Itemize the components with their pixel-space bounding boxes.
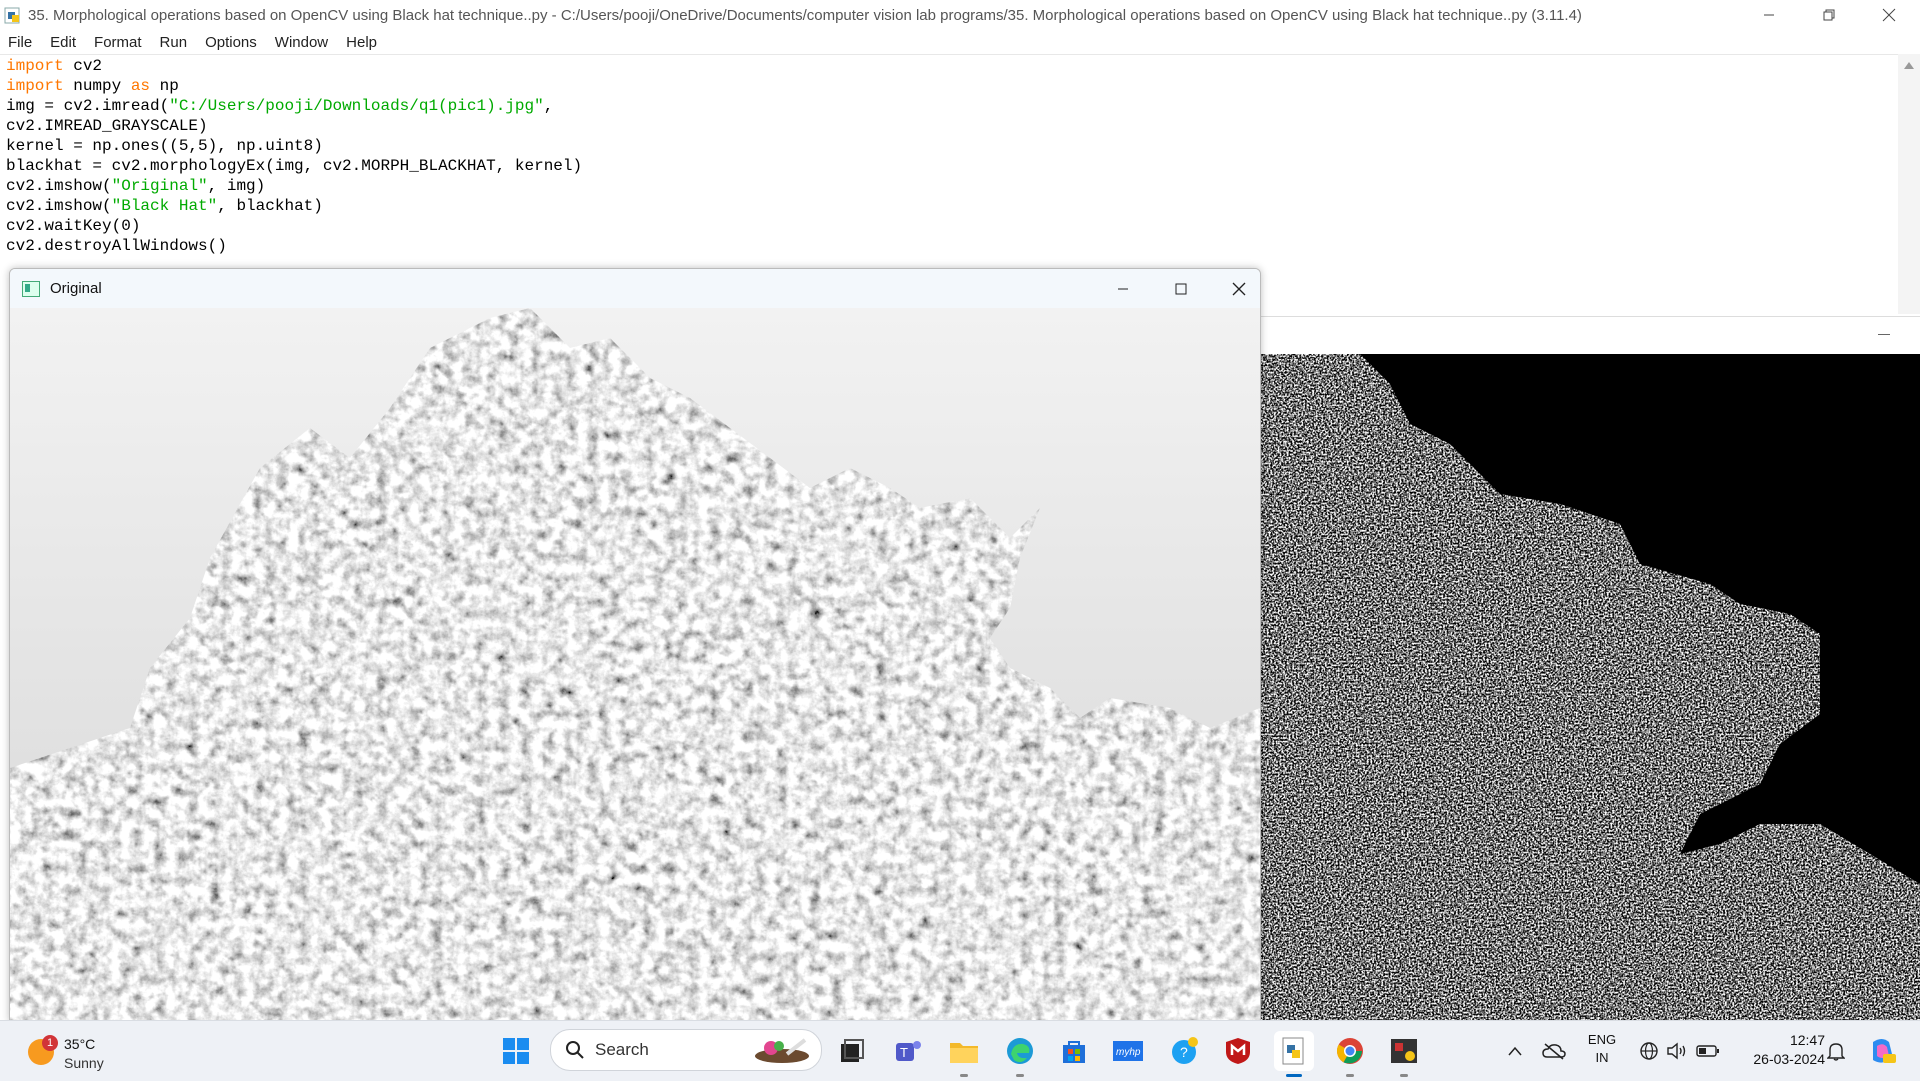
- idle-titlebar: 35. Morphological operations based on Op…: [0, 0, 1920, 30]
- original-titlebar: Original: [10, 269, 1260, 308]
- black-hat-minimize-button[interactable]: [1878, 334, 1890, 335]
- code-text: ,: [543, 97, 554, 115]
- menu-window[interactable]: Window: [267, 34, 338, 51]
- original-maximize-button[interactable]: [1152, 269, 1210, 308]
- volume-icon[interactable]: [1662, 1021, 1692, 1081]
- code-text: , blackhat): [217, 197, 323, 215]
- opencv-window-icon: [22, 280, 40, 297]
- svg-text:T: T: [900, 1045, 908, 1060]
- code-string: "Black Hat": [111, 197, 218, 215]
- code-text: np: [150, 77, 179, 95]
- weather-temperature: 35°C: [64, 1036, 96, 1052]
- show-hidden-icons-chevron-icon[interactable]: [1500, 1021, 1530, 1081]
- menu-run[interactable]: Run: [152, 34, 198, 51]
- copilot-icon[interactable]: [1862, 1021, 1902, 1081]
- code-line: blackhat = cv2.morphologyEx(img, cv2.MOR…: [6, 157, 583, 175]
- running-indicator: [1346, 1074, 1354, 1077]
- running-indicator: [1016, 1074, 1024, 1077]
- chrome-icon[interactable]: [1330, 1031, 1370, 1077]
- code-line: cv2.destroyAllWindows(): [6, 237, 227, 255]
- running-indicator: [1400, 1074, 1408, 1077]
- svg-text:?: ?: [1180, 1044, 1188, 1060]
- python-idle-taskbar-icon[interactable]: [1274, 1031, 1314, 1077]
- code-line: cv2.waitKey(0): [6, 217, 141, 235]
- black-hat-image: [1260, 354, 1920, 1020]
- python-idle-icon: [4, 6, 22, 24]
- code-keyword: as: [130, 77, 151, 95]
- code-line: import cv2: [0, 56, 1896, 76]
- edge-browser-icon[interactable]: [1000, 1031, 1040, 1077]
- code-line: import numpy as np: [0, 76, 1896, 96]
- taskbar: 1 35°C Sunny Search T myhp ? ENG IN 12:4…: [0, 1020, 1920, 1081]
- network-globe-icon[interactable]: [1634, 1021, 1664, 1081]
- original-minimize-button[interactable]: [1094, 269, 1152, 308]
- taskbar-search[interactable]: Search: [550, 1029, 822, 1071]
- idle-window-title: 35. Morphological operations based on Op…: [28, 6, 1582, 24]
- code-line: cv2.IMREAD_GRAYSCALE): [6, 117, 208, 135]
- black-hat-window: [1260, 316, 1920, 1020]
- code-line: cv2.imshow("Black Hat", blackhat): [0, 196, 1896, 216]
- notification-badge: 1: [42, 1035, 58, 1051]
- original-close-button[interactable]: [1210, 269, 1260, 308]
- myhp-icon[interactable]: myhp: [1108, 1031, 1148, 1071]
- clock-time: 12:47: [1789, 1032, 1825, 1048]
- code-line: kernel = np.ones((5,5), np.uint8): [6, 137, 323, 155]
- clock-date: 26-03-2024: [1753, 1051, 1825, 1067]
- code-text: cv2.imshow(: [6, 177, 112, 195]
- code-keyword: import: [6, 57, 64, 75]
- black-hat-titlebar: [1260, 316, 1920, 355]
- original-window-title: Original: [50, 280, 102, 297]
- menu-options[interactable]: Options: [197, 34, 267, 51]
- notification-bell-icon[interactable]: [1820, 1021, 1852, 1081]
- code-text: cv2.imshow(: [6, 197, 112, 215]
- code-text: cv2: [63, 57, 103, 75]
- onedrive-offline-icon[interactable]: [1536, 1021, 1572, 1081]
- code-line: cv2.imshow("Original", img): [0, 176, 1896, 196]
- original-window: Original: [9, 268, 1261, 1022]
- language-indicator[interactable]: ENG IN: [1580, 1031, 1624, 1067]
- editor-scrollbar[interactable]: [1898, 54, 1920, 314]
- clock[interactable]: 12:47 26-03-2024: [1735, 1031, 1825, 1069]
- file-explorer-icon[interactable]: [944, 1031, 984, 1077]
- menu-file[interactable]: File: [0, 34, 42, 51]
- start-button[interactable]: [496, 1031, 536, 1071]
- search-icon: [566, 1041, 584, 1059]
- weather-condition: Sunny: [64, 1055, 104, 1071]
- search-label: Search: [595, 1040, 649, 1059]
- hp-support-icon[interactable]: ?: [1164, 1031, 1204, 1071]
- menu-help[interactable]: Help: [338, 34, 387, 51]
- idle-close-button[interactable]: [1860, 0, 1918, 30]
- idle-restore-button[interactable]: [1800, 0, 1858, 30]
- original-image: [10, 308, 1260, 1021]
- python-process-icon[interactable]: [1384, 1031, 1424, 1077]
- code-text: img = cv2.imread(: [6, 97, 170, 115]
- region-code: IN: [1595, 1050, 1609, 1065]
- code-string: "C:/Users/pooji/Downloads/q1(pic1).jpg": [169, 97, 544, 115]
- code-text: numpy: [63, 77, 131, 95]
- task-view-icon[interactable]: [832, 1031, 872, 1071]
- code-keyword: import: [6, 77, 64, 95]
- menu-edit[interactable]: Edit: [42, 34, 86, 51]
- code-line: img = cv2.imread("C:/Users/pooji/Downloa…: [0, 96, 1896, 116]
- mcafee-icon[interactable]: [1218, 1031, 1258, 1071]
- teams-icon[interactable]: T: [888, 1031, 928, 1071]
- menu-format[interactable]: Format: [86, 34, 152, 51]
- search-highlight-icon: [755, 1038, 809, 1063]
- battery-icon[interactable]: [1692, 1021, 1724, 1081]
- svg-text:myhp: myhp: [1116, 1047, 1141, 1058]
- weather-widget[interactable]: 1 35°C Sunny: [24, 1029, 174, 1073]
- scroll-up-icon[interactable]: [1904, 62, 1914, 69]
- code-text: , img): [207, 177, 266, 195]
- active-indicator: [1286, 1074, 1302, 1077]
- microsoft-store-icon[interactable]: [1054, 1031, 1094, 1071]
- idle-minimize-button[interactable]: [1740, 0, 1798, 30]
- running-indicator: [960, 1074, 968, 1077]
- idle-menubar: File Edit Format Run Options Window Help: [0, 30, 1920, 55]
- language-code: ENG: [1587, 1032, 1617, 1047]
- code-string: "Original": [111, 177, 208, 195]
